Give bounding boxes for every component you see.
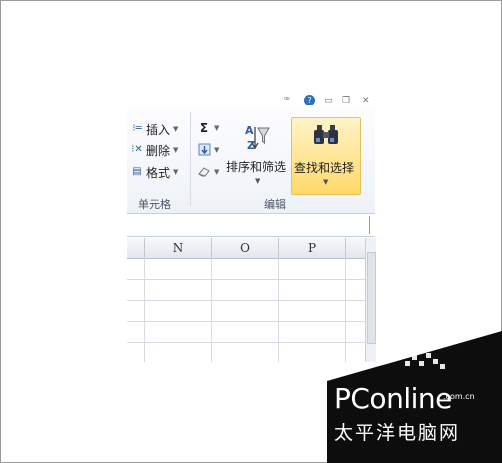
format-label: 格式 — [146, 165, 171, 180]
formula-bar-expand[interactable] — [369, 216, 375, 234]
row-line — [127, 279, 365, 280]
format-cells-icon: ▤ — [132, 166, 142, 177]
chevron-down-icon: ▼ — [173, 125, 179, 133]
chevron-down-icon: ▼ — [173, 146, 179, 154]
column-header-n[interactable]: N — [145, 238, 212, 259]
chevron-down-icon: ▼ — [214, 124, 220, 132]
editing-group-label: 编辑 — [264, 198, 286, 211]
sum-icon: Σ — [199, 121, 209, 135]
column-header-o[interactable]: O — [212, 238, 279, 259]
find-select-button[interactable]: 查找和选择 ▼ — [291, 117, 361, 195]
clear-button[interactable]: ▼ — [197, 165, 219, 179]
formula-bar[interactable] — [127, 214, 375, 237]
column-header-partial[interactable] — [346, 238, 365, 259]
watermark-domain: .com.cn — [443, 392, 475, 401]
insert-button[interactable]: ⁝═ 插入 ▼ — [131, 121, 178, 137]
insert-label: 插入 — [146, 122, 171, 137]
chevron-down-icon: ▼ — [173, 168, 179, 176]
delete-button[interactable]: ⁝✕ 删除 ▼ — [131, 142, 178, 158]
cells-group-label: 单元格 — [138, 198, 171, 211]
column-header-partial[interactable] — [127, 238, 145, 259]
column-line — [211, 258, 212, 362]
binoculars-icon — [313, 124, 339, 150]
row-line — [127, 321, 365, 322]
chevron-down-icon: ▼ — [323, 178, 329, 186]
svg-text:A: A — [245, 124, 254, 137]
sort-filter-icon: A Z — [244, 123, 270, 157]
chevron-down-icon: ▼ — [214, 146, 220, 154]
autosum-button[interactable]: Σ ▼ — [197, 121, 220, 135]
chevron-down-icon: ▼ — [214, 168, 220, 176]
group-separator — [190, 112, 191, 206]
watermark-brand: PConline — [334, 382, 452, 415]
column-line — [278, 258, 279, 362]
chevron-down-icon: ▼ — [255, 177, 261, 185]
insert-cells-icon: ⁝═ — [132, 123, 142, 134]
column-line — [144, 258, 145, 362]
eraser-icon — [197, 165, 211, 179]
delete-cells-icon: ⁝✕ — [131, 144, 143, 155]
fill-button[interactable]: ▼ — [197, 143, 219, 157]
column-header-p[interactable]: P — [279, 238, 346, 259]
sort-filter-label: 排序和筛选 — [226, 160, 287, 174]
fill-down-icon — [197, 143, 211, 157]
sort-filter-button[interactable]: A Z 排序和筛选 ▼ — [226, 117, 288, 193]
watermark-chinese: 太平洋电脑网 — [334, 422, 461, 444]
find-select-label: 查找和选择 — [294, 161, 355, 175]
format-button[interactable]: ▤ 格式 ▼ — [131, 164, 178, 180]
delete-label: 删除 — [146, 143, 171, 158]
row-line — [127, 300, 365, 301]
